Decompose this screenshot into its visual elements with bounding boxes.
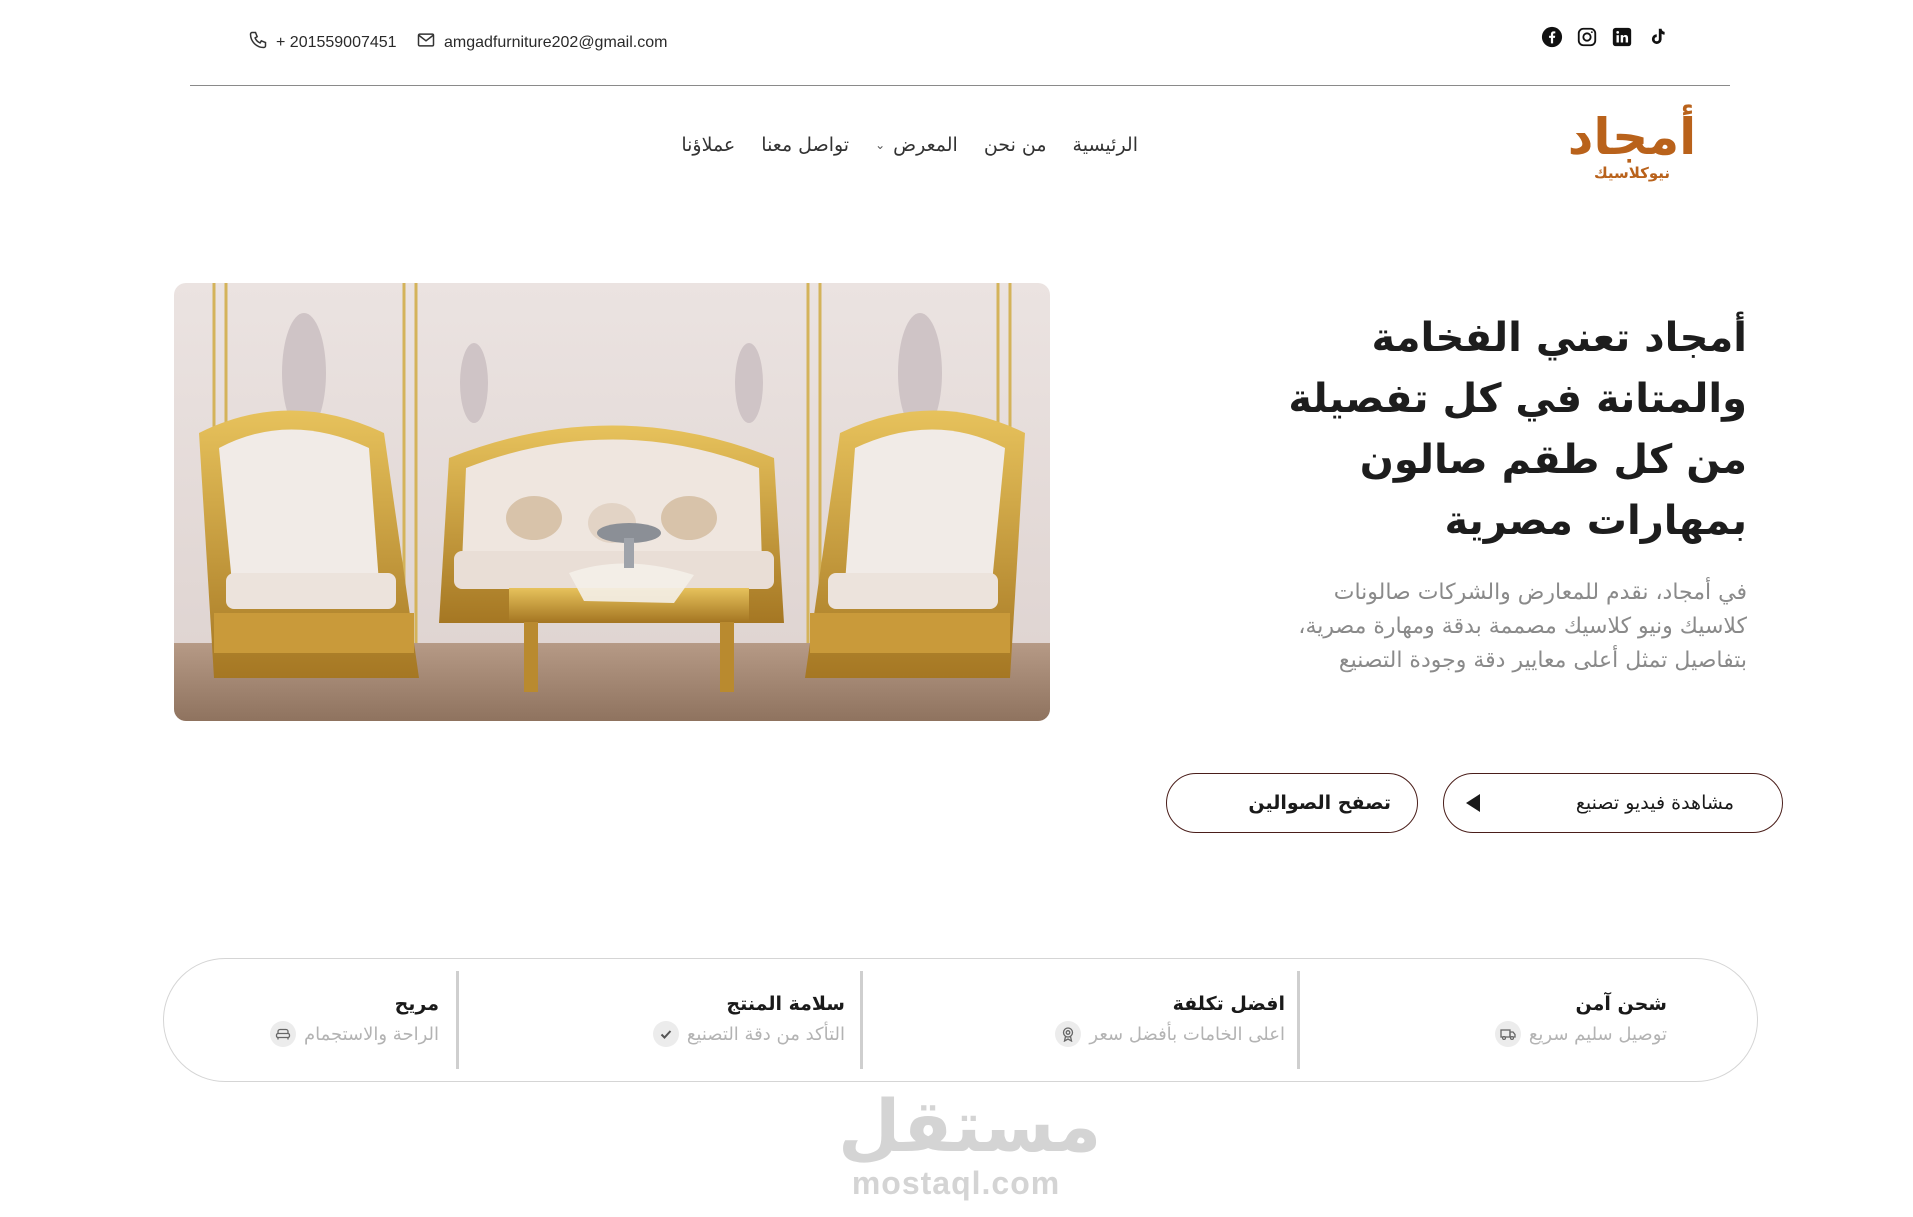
watermark: مستقل mostaql.com [838, 1084, 1102, 1201]
watermark-arabic: مستقل [838, 1084, 1102, 1168]
badge-icon [1055, 1021, 1082, 1047]
header-divider [190, 85, 1730, 86]
linkedin-icon[interactable] [1611, 26, 1633, 48]
feature-subtitle: الراحة والاستجمام [269, 1021, 439, 1047]
phone-contact[interactable]: + 201559007451 [248, 30, 397, 55]
nav-gallery[interactable]: المعرض ⌄ [875, 134, 958, 156]
nav-about[interactable]: من نحن [984, 134, 1047, 156]
email-contact[interactable]: amgadfurniture202@gmail.com [416, 30, 667, 55]
nav-clients-label: عملاؤنا [681, 134, 736, 156]
feature-divider [1297, 971, 1300, 1069]
feature-item-cost: افضل تكلفة اعلى الخامات بأفضل سعر [925, 959, 1285, 1083]
feature-divider [860, 971, 863, 1069]
top-bar: + 201559007451 amgadfurniture202@gmail.c… [0, 0, 1913, 86]
feature-subtitle: اعلى الخامات بأفضل سعر [1055, 1021, 1285, 1047]
watermark-latin: mostaql.com [851, 1165, 1061, 1201]
brand-logo[interactable]: أمجاد نيوكلاسيك [1568, 98, 1697, 184]
feature-item-shipping: شحن آمن توصيل سليم سريع [1367, 959, 1667, 1083]
hero-description: في أمجاد، نقدم للمعارض والشركات صالونات … [1298, 580, 1747, 673]
nav-about-label: من نحن [983, 134, 1047, 156]
phone-number: + 201559007451 [276, 33, 397, 51]
feature-item-quality: سلامة المنتج التأكد من دقة التصنيع [485, 959, 845, 1083]
mail-icon [416, 30, 436, 55]
email-address: amgadfurniture202@gmail.com [444, 33, 668, 51]
play-icon [1466, 794, 1480, 812]
features-bar: شحن آمن توصيل سليم سريع افضل تكلفة اعلى … [163, 958, 1758, 1082]
feature-subtitle: التأكد من دقة التصنيع [652, 1021, 845, 1047]
feature-subtitle-text: اعلى الخامات بأفضل سعر [1089, 1023, 1285, 1045]
nav-contact-label: تواصل معنا [761, 134, 850, 156]
feature-subtitle-text: توصيل سليم سريع [1528, 1023, 1667, 1045]
feature-divider [456, 971, 459, 1069]
check-icon [652, 1021, 679, 1047]
feature-subtitle: توصيل سليم سريع [1494, 1021, 1667, 1047]
feature-title: شحن آمن [1575, 993, 1667, 1015]
nav-home[interactable]: الرئيسية [1073, 134, 1138, 156]
nav-clients[interactable]: عملاؤنا [681, 134, 735, 156]
feature-title: افضل تكلفة [1172, 993, 1285, 1015]
browse-salons-label: تصفح الصوالين [1248, 792, 1391, 814]
chevron-down-icon: ⌄ [875, 138, 886, 152]
feature-title: سلامة المنتج [726, 993, 845, 1015]
sofa-icon [269, 1021, 296, 1047]
nav-gallery-label: المعرض [893, 134, 958, 156]
main-nav: الرئيسية من نحن المعرض ⌄ تواصل معنا عملا… [681, 130, 1138, 160]
hero-image [174, 283, 1050, 721]
watch-video-button[interactable]: مشاهدة فيديو تصنيع [1443, 773, 1783, 833]
hero-title: أمجاد تعني الفخامة والمتانة في كل تفصيلة… [1288, 315, 1747, 544]
logo-main-text: أمجاد [1568, 104, 1696, 166]
feature-subtitle-text: التأكد من دقة التصنيع [686, 1023, 845, 1045]
logo-sub-text: نيوكلاسيك [1594, 164, 1670, 182]
truck-icon [1494, 1021, 1521, 1047]
social-links [1541, 26, 1668, 48]
nav-home-label: الرئيسية [1072, 134, 1138, 156]
feature-item-comfort: مريح الراحة والاستجمام [199, 959, 439, 1083]
phone-icon [248, 30, 268, 55]
facebook-icon[interactable] [1541, 26, 1563, 48]
instagram-icon[interactable] [1576, 26, 1598, 48]
watch-video-label: مشاهدة فيديو تصنيع [1575, 792, 1734, 814]
tiktok-icon[interactable] [1646, 26, 1668, 48]
feature-title: مريح [394, 993, 439, 1015]
feature-subtitle-text: الراحة والاستجمام [303, 1023, 439, 1045]
browse-salons-button[interactable]: تصفح الصوالين [1166, 773, 1418, 833]
nav-contact[interactable]: تواصل معنا [761, 134, 849, 156]
